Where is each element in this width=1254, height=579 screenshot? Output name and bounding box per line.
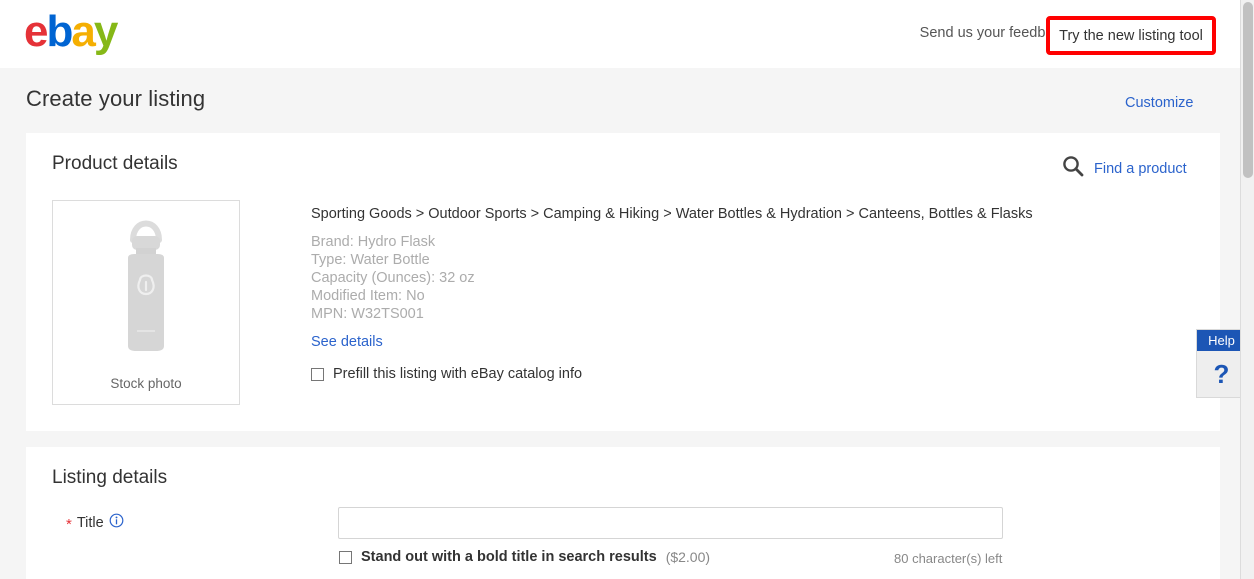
help-widget-header[interactable]: Help [1197, 330, 1246, 351]
product-attribute-brand: Brand: Hydro Flask [311, 234, 436, 250]
page-scrollbar-track[interactable] [1240, 0, 1254, 579]
product-attributes-list: Brand: Hydro Flask Type: Water Bottle Ca… [311, 233, 475, 323]
stock-photo-caption: Stock photo [110, 376, 182, 391]
bold-title-label: Stand out with a bold title in search re… [361, 549, 657, 565]
see-details-link[interactable]: See details [311, 334, 383, 350]
category-breadcrumb: Sporting Goods > Outdoor Sports > Campin… [311, 206, 1033, 222]
listing-details-card: Listing details * Title Stand out with a… [26, 447, 1220, 579]
logo-letter-y: y [93, 7, 119, 56]
bold-title-checkbox[interactable] [339, 550, 352, 564]
search-icon [1062, 155, 1084, 182]
required-asterisk: * [66, 515, 72, 533]
help-question-mark-icon[interactable]: ? [1197, 351, 1246, 397]
product-details-card: Product details Find a product Stock pho… [26, 133, 1220, 431]
customize-link[interactable]: Customize [1125, 95, 1194, 111]
page-scrollbar-thumb[interactable] [1243, 2, 1253, 178]
product-attribute-type: Type: Water Bottle [311, 252, 430, 268]
logo-letter-a: a [71, 7, 96, 56]
top-header-bar: ebay Send us your feedback Try the new l… [0, 0, 1240, 68]
product-attribute-mpn: MPN: W32TS001 [311, 306, 424, 322]
logo-letter-b: b [46, 7, 73, 56]
title-label-text: Title [76, 514, 104, 531]
help-widget[interactable]: Help ? [1196, 329, 1246, 398]
listing-details-title: Listing details [52, 467, 168, 488]
try-new-listing-tool-button[interactable]: Try the new listing tool [1050, 20, 1212, 51]
stock-photo-thumbnail[interactable]: Stock photo [52, 200, 240, 405]
product-attribute-capacity: Capacity (Ounces): 32 oz [311, 270, 475, 286]
page-root: ebay Send us your feedback Try the new l… [0, 0, 1254, 579]
find-a-product-link[interactable]: Find a product [1062, 155, 1187, 182]
characters-left-counter: 80 character(s) left [894, 551, 1003, 566]
product-attribute-modified-item: Modified Item: No [311, 288, 425, 304]
product-details-title: Product details [52, 153, 178, 174]
water-bottle-image [53, 207, 239, 362]
find-a-product-label: Find a product [1094, 160, 1187, 177]
title-field-label: * Title [66, 513, 124, 532]
prefill-catalog-row[interactable]: Prefill this listing with eBay catalog i… [311, 366, 582, 382]
ebay-logo[interactable]: ebay [24, 7, 119, 56]
info-circle-icon[interactable] [109, 513, 124, 532]
prefill-catalog-label: Prefill this listing with eBay catalog i… [333, 366, 583, 382]
try-new-listing-tool-highlight: Try the new listing tool [1046, 16, 1216, 55]
page-title: Create your listing [26, 86, 206, 111]
bold-title-row[interactable]: Stand out with a bold title in search re… [339, 549, 710, 565]
prefill-catalog-checkbox[interactable] [311, 367, 324, 381]
bold-title-price: ($2.00) [665, 549, 711, 565]
title-input[interactable] [338, 507, 1003, 539]
logo-letter-e: e [24, 7, 49, 56]
